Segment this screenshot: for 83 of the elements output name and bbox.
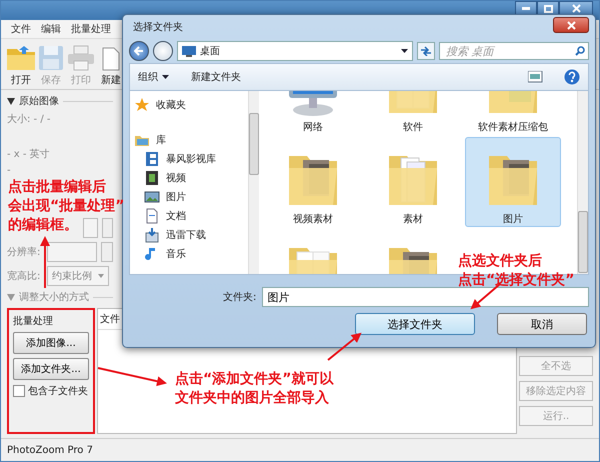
back-arrow-icon [134,46,144,56]
view-icon[interactable] [528,71,544,83]
minimize-icon [522,7,530,10]
folder-item[interactable]: 软件 [365,91,461,135]
collapse-icon [7,98,15,104]
refresh-button[interactable] [417,42,435,60]
dialog-button[interactable]: 取消 [497,313,587,335]
toolbar-button[interactable]: 组织 [138,70,158,84]
caret-icon [162,75,169,79]
address-bar[interactable]: 桌面 [177,41,413,61]
annotation-text: 点击批量编辑后 [8,178,106,197]
input-field[interactable] [83,218,98,238]
address-text: 桌面 [200,44,220,58]
download-icon [144,227,160,243]
document-icon [144,208,160,224]
annotation-arrow [98,367,167,386]
nav-item[interactable]: 收藏夹 [134,97,244,113]
field-label: 文件夹: [223,290,256,304]
document-icon [102,47,120,71]
close-button[interactable] [553,17,589,33]
help-icon[interactable] [564,69,580,85]
menu-item[interactable]: 编辑 [41,22,61,36]
printer-icon [67,45,95,71]
nav-item[interactable]: 文档 [134,208,244,224]
nav-item[interactable]: 视频 [134,170,244,186]
checkbox[interactable] [13,385,25,397]
folder-item[interactable]: 网络 [265,91,361,135]
annotation-text: 文件夹中的图片全部导入 [175,389,329,408]
annotation-text: 点击“添加文件夹”就可以 [175,370,334,389]
toolbar-button[interactable]: 打开 [7,45,35,87]
add-button[interactable]: 添加图像... [13,332,89,354]
search-field[interactable]: 搜索 桌面 [439,42,589,60]
caret-icon [98,274,104,278]
toolbar-button[interactable]: 新建 [97,47,125,87]
dialog-button[interactable]: 选择文件夹 [355,313,475,335]
dialog-title: 选择文件夹 [133,20,183,34]
menu-item[interactable]: 文件 [11,22,31,36]
toolbar-button[interactable]: 新建文件夹 [191,70,241,84]
size-text: 大小: - / - [7,112,52,126]
folder-icon [6,45,36,71]
nav-item[interactable]: 库 [134,132,244,148]
monitor-icon [182,46,196,56]
folder-item[interactable]: 素材 [365,137,461,227]
scrollbar[interactable] [577,91,588,274]
close-icon [572,4,580,13]
nav-item[interactable]: 音乐 [134,246,244,262]
back-button[interactable] [129,41,149,61]
annotation-text: 的编辑框。 [8,216,78,235]
nav-item[interactable]: 迅雷下载 [134,227,244,243]
picture-icon [144,189,160,205]
folder-item[interactable]: 图片 [465,137,561,227]
section-heading: 原始图像 [19,95,59,108]
checkbox-label: 包含子文件夹 [28,384,88,398]
folder-item[interactable]: 视频素材 [265,137,361,227]
resolution-text: - [7,164,12,176]
folder-item[interactable]: 软件素材压缩包 [465,91,561,135]
field-label: 宽高比: [7,270,42,283]
annotation-arrow [40,236,50,288]
nav-item[interactable]: 暴风影视库 [134,151,244,167]
scrollbar[interactable] [248,91,259,274]
section-heading: 调整大小的方式 [19,290,89,304]
collapse-icon [7,294,15,300]
menu-item[interactable]: 批量处理 [71,22,111,36]
annotation-arrow [327,332,362,361]
field-label: 分辨率: [7,246,42,259]
forward-button[interactable] [153,41,173,61]
panel-title: 批量处理 [13,314,54,328]
close-icon [566,20,576,30]
status-bar: PhotoZoom Pro 7 [1,438,599,461]
search-icon [575,46,585,56]
dimensions-text: - x - 英寸 [7,148,51,161]
film-strip-icon [144,151,160,167]
input-field[interactable] [47,242,97,262]
caret-icon [401,49,408,53]
film-icon [144,170,160,186]
star-icon [134,97,150,113]
annotation-text: 点选文件夹后 [458,252,542,271]
maximize-icon [544,4,552,12]
annotation-text: 点击“选择文件夹” [458,271,574,290]
add-button[interactable]: 添加文件夹... [13,358,89,380]
folder-field[interactable]: 图片 [262,287,589,307]
refresh-icon [420,46,432,56]
nav-item[interactable]: 图片 [134,189,244,205]
